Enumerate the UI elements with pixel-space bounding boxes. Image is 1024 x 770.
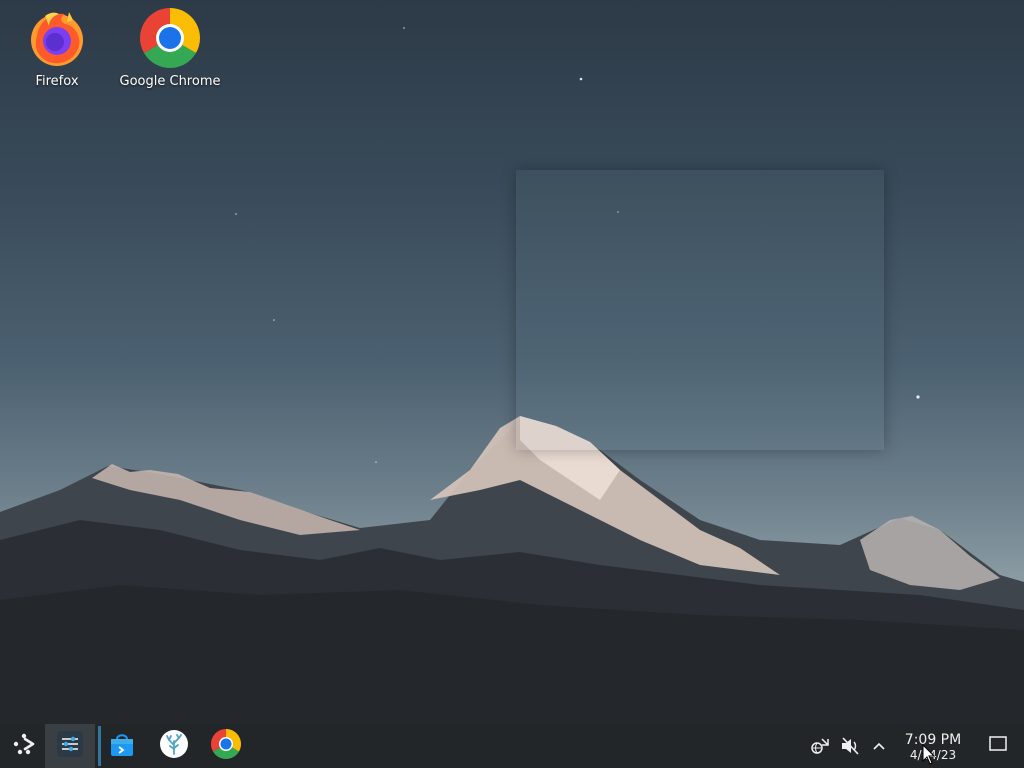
desktop-icon-google-chrome[interactable]: Google Chrome <box>115 6 225 98</box>
desktop-icon-firefox[interactable]: Firefox <box>2 6 112 98</box>
show-desktop-button[interactable] <box>986 734 1010 758</box>
desktop[interactable]: Firefox Google Chrome <box>0 0 1024 724</box>
sliders-icon <box>56 730 84 762</box>
coral-icon <box>159 729 189 763</box>
desktop-icon-label: Firefox <box>35 74 79 89</box>
taskbar-item-google-chrome[interactable] <box>202 724 250 768</box>
chevron-up-icon[interactable] <box>867 734 891 758</box>
network-icon[interactable] <box>808 734 832 758</box>
application-launcher-icon <box>11 731 37 761</box>
taskbar-item-system-settings[interactable] <box>45 724 95 768</box>
mouse-cursor-icon <box>922 743 936 770</box>
taskbar-item-discover-store[interactable] <box>98 724 146 768</box>
shopping-bag-icon <box>108 730 136 762</box>
application-launcher-button[interactable] <box>0 724 48 768</box>
taskbar: 7:09 PM 4/14/23 <box>0 724 1024 768</box>
window-shadow-ghost <box>516 170 884 450</box>
desktop-icon-label: Google Chrome <box>119 74 221 89</box>
chrome-icon <box>210 728 242 764</box>
show-desktop-icon <box>989 736 1007 756</box>
volume-muted-icon[interactable] <box>838 734 862 758</box>
taskbar-item-flatpak-app[interactable] <box>150 724 198 768</box>
chrome-icon <box>138 6 202 70</box>
firefox-icon <box>25 6 89 70</box>
